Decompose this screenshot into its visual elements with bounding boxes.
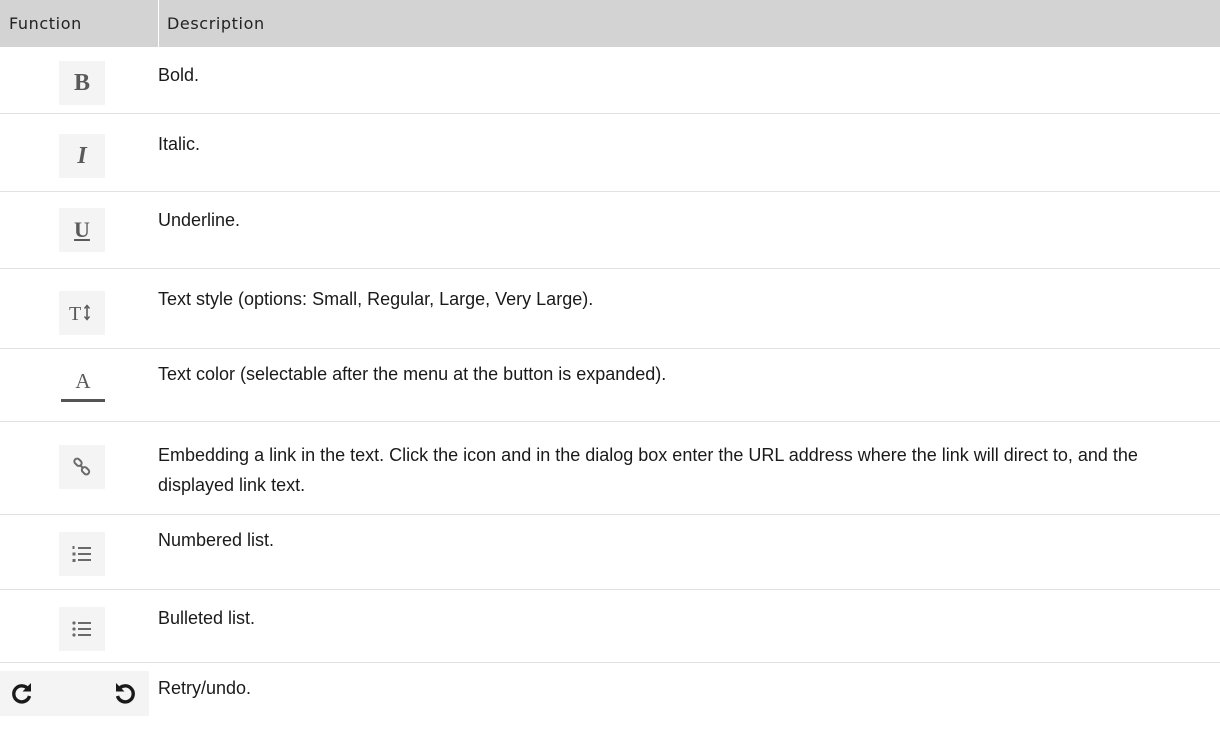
header-divider — [158, 0, 159, 47]
description-cell: Underline. — [158, 210, 241, 230]
numbered-list-icon[interactable] — [59, 532, 105, 576]
table-row-redo-undo: Retry/undo. — [0, 663, 1220, 749]
link-icon[interactable] — [59, 445, 105, 489]
header-function: Function — [9, 14, 82, 33]
text-style-glyph: T — [69, 303, 91, 324]
table-row-italic: I Italic. — [0, 114, 1220, 192]
undo-icon[interactable] — [113, 681, 137, 705]
table-row-text-style: T Text style (options: Small, Regular, L… — [0, 269, 1220, 349]
table-row-bulleted-list: Bulleted list. — [0, 590, 1220, 663]
description-cell: Numbered list. — [158, 530, 275, 550]
table-row-numbered-list: Numbered list. — [0, 515, 1220, 590]
redo-icon[interactable] — [10, 681, 34, 705]
header-description: Description — [167, 14, 265, 33]
italic-icon[interactable]: I — [59, 134, 105, 178]
description-cell: Italic. — [158, 134, 201, 154]
table-row-bold: B Bold. — [0, 47, 1220, 114]
color-bar — [61, 399, 105, 402]
numbered-list-glyph — [72, 546, 91, 562]
bulleted-list-glyph — [72, 621, 91, 637]
text-color-glyph: A — [75, 368, 91, 393]
table-row-text-color: A Text color (selectable after the menu … — [0, 349, 1220, 422]
table-row-link: Embedding a link in the text. Click the … — [0, 422, 1220, 515]
svg-text:T: T — [69, 303, 81, 324]
bold-icon[interactable]: B — [59, 61, 105, 105]
table-header: Function Description — [0, 0, 1220, 47]
description-cell: Retry/undo. — [158, 678, 252, 698]
description-cell: Text style (options: Small, Regular, Lar… — [158, 289, 594, 309]
description-cell: Embedding a link in the text. Click the … — [158, 445, 1138, 495]
bulleted-list-icon[interactable] — [59, 607, 105, 651]
text-style-icon[interactable]: T — [59, 291, 105, 335]
link-glyph — [73, 457, 91, 476]
table-row-underline: U Underline. — [0, 192, 1220, 269]
formatting-functions-table: Function Description B Bold. I Italic. U… — [0, 0, 1220, 749]
description-cell: Text color (selectable after the menu at… — [158, 364, 667, 384]
underline-icon[interactable]: U — [59, 208, 105, 252]
text-color-icon[interactable]: A — [55, 362, 111, 406]
description-cell: Bulleted list. — [158, 608, 256, 628]
description-cell: Bold. — [158, 65, 200, 85]
redo-undo-icons — [0, 671, 149, 716]
